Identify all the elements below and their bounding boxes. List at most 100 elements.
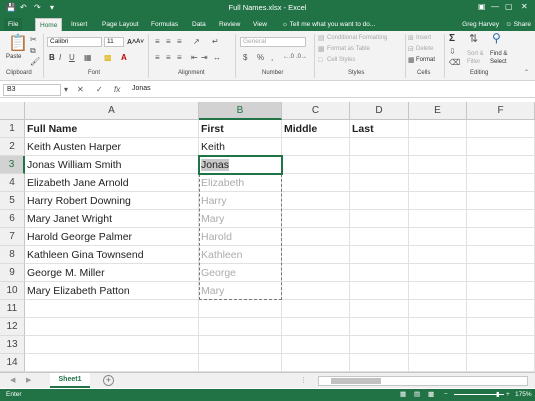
enter-icon[interactable]: ✓ [96, 85, 103, 95]
empty-cell[interactable] [409, 336, 467, 354]
column-header-e[interactable]: E [409, 102, 467, 120]
empty-cell[interactable] [409, 246, 467, 264]
tab-review[interactable]: Review [215, 18, 244, 31]
close-icon[interactable]: ✕ [521, 2, 528, 12]
empty-cell[interactable] [282, 210, 350, 228]
zoom-in-icon[interactable]: + [506, 389, 510, 401]
tab-home[interactable]: Home [35, 18, 63, 31]
insert-function-icon[interactable]: fx [114, 85, 120, 95]
tell-me-search[interactable]: ☼ Tell me what you want to do... [282, 18, 375, 31]
empty-cell[interactable] [467, 336, 535, 354]
empty-cell[interactable] [409, 174, 467, 192]
empty-cell[interactable] [467, 300, 535, 318]
sort-filter-button[interactable]: Sort & [467, 51, 484, 57]
empty-cell[interactable] [467, 228, 535, 246]
cell-a2[interactable]: Keith Austen Harper [25, 138, 199, 156]
fill-color-icon[interactable]: ▩ [104, 53, 112, 62]
column-header-b[interactable]: B [199, 102, 282, 120]
row-header-1[interactable]: 1 [0, 120, 25, 138]
empty-cell[interactable] [350, 210, 409, 228]
ribbon-display-icon[interactable]: ▣ [478, 2, 486, 12]
cell-styles-button[interactable]: Cell Styles [327, 57, 355, 63]
empty-cell[interactable] [282, 336, 350, 354]
row-header-13[interactable]: 13 [0, 336, 25, 354]
empty-cell[interactable] [25, 336, 199, 354]
zoom-level[interactable]: 175% [515, 389, 532, 401]
sheet-next-icon[interactable]: ▶ [26, 376, 31, 386]
wrap-text-icon[interactable]: ↵ [212, 37, 219, 46]
add-sheet-button[interactable]: + [103, 375, 114, 386]
empty-cell[interactable] [282, 228, 350, 246]
cell-f3[interactable] [467, 156, 535, 174]
collapse-ribbon-icon[interactable]: ⌃ [524, 69, 529, 78]
bold-button[interactable]: B [49, 53, 55, 62]
row-header-11[interactable]: 11 [0, 300, 25, 318]
empty-cell[interactable] [467, 264, 535, 282]
row-header-7[interactable]: 7 [0, 228, 25, 246]
clear-icon[interactable]: ⌫ [449, 58, 460, 67]
tab-insert[interactable]: Insert [67, 18, 91, 31]
align-middle-icon[interactable]: ≡ [166, 37, 171, 46]
name-box-dropdown-icon[interactable]: ▾ [64, 85, 68, 95]
empty-cell[interactable] [25, 300, 199, 318]
cell-a10[interactable]: Mary Elizabeth Patton [25, 282, 199, 300]
increase-decimal-icon[interactable]: ←.0 [283, 53, 294, 62]
empty-cell[interactable] [350, 228, 409, 246]
zoom-out-icon[interactable]: − [444, 389, 448, 401]
empty-cell[interactable] [409, 282, 467, 300]
shrink-font-icon[interactable]: A˅ [136, 38, 144, 47]
number-format-select[interactable]: General [240, 37, 306, 47]
find-select-icon[interactable]: ⚲ [492, 32, 501, 44]
italic-button[interactable]: I [59, 53, 61, 62]
cell-b2[interactable]: Keith [199, 138, 282, 156]
tab-file[interactable]: File [4, 18, 23, 31]
scrollbar-thumb[interactable] [331, 378, 381, 384]
tab-formulas[interactable]: Formulas [147, 18, 182, 31]
column-header-f[interactable]: F [467, 102, 535, 120]
format-cells-button[interactable]: Format [416, 57, 435, 63]
paste-icon[interactable]: 📋 [8, 35, 28, 53]
currency-button[interactable]: $ [243, 53, 247, 62]
empty-cell[interactable] [282, 318, 350, 336]
font-name-select[interactable]: Calibri [47, 37, 102, 47]
row-header-6[interactable]: 6 [0, 210, 25, 228]
empty-cell[interactable] [467, 354, 535, 372]
align-right-icon[interactable]: ≡ [177, 53, 182, 62]
align-left-icon[interactable]: ≡ [155, 53, 160, 62]
cell-a1[interactable]: Full Name [25, 120, 199, 138]
delete-cells-button[interactable]: Delete [416, 46, 433, 52]
empty-cell[interactable] [467, 210, 535, 228]
tab-page-layout[interactable]: Page Layout [98, 18, 143, 31]
font-size-select[interactable]: 11 [104, 37, 124, 47]
user-name[interactable]: Greg Harvey [462, 18, 499, 31]
cell-a7[interactable]: Harold George Palmer [25, 228, 199, 246]
tab-split-handle-icon[interactable]: ⋮ [300, 376, 307, 386]
tab-data[interactable]: Data [188, 18, 210, 31]
empty-cell[interactable] [467, 318, 535, 336]
insert-cells-button[interactable]: Insert [416, 35, 431, 41]
row-header-2[interactable]: 2 [0, 138, 25, 156]
normal-view-icon[interactable]: ▦ [400, 389, 406, 401]
cell-c1[interactable]: Middle [282, 120, 350, 138]
underline-button[interactable]: U [69, 53, 75, 62]
comma-button[interactable]: , [271, 53, 273, 62]
cell-a8[interactable]: Kathleen Gina Townsend [25, 246, 199, 264]
row-header-12[interactable]: 12 [0, 318, 25, 336]
borders-icon[interactable]: ▦ [84, 53, 92, 62]
empty-cell[interactable] [199, 354, 282, 372]
cell-a3[interactable]: Jonas William Smith [25, 156, 199, 174]
align-top-icon[interactable]: ≡ [155, 37, 160, 46]
empty-cell[interactable] [409, 318, 467, 336]
empty-cell[interactable] [199, 336, 282, 354]
cut-icon[interactable]: ✂ [30, 35, 37, 44]
empty-cell[interactable] [350, 354, 409, 372]
cell-f1[interactable] [467, 120, 535, 138]
empty-cell[interactable] [282, 264, 350, 282]
empty-cell[interactable] [409, 354, 467, 372]
name-box[interactable]: B3 [3, 84, 61, 96]
empty-cell[interactable] [282, 354, 350, 372]
row-header-9[interactable]: 9 [0, 264, 25, 282]
decrease-decimal-icon[interactable]: .0→ [296, 53, 307, 62]
empty-cell[interactable] [350, 336, 409, 354]
conditional-formatting-button[interactable]: Conditional Formatting [327, 35, 387, 41]
